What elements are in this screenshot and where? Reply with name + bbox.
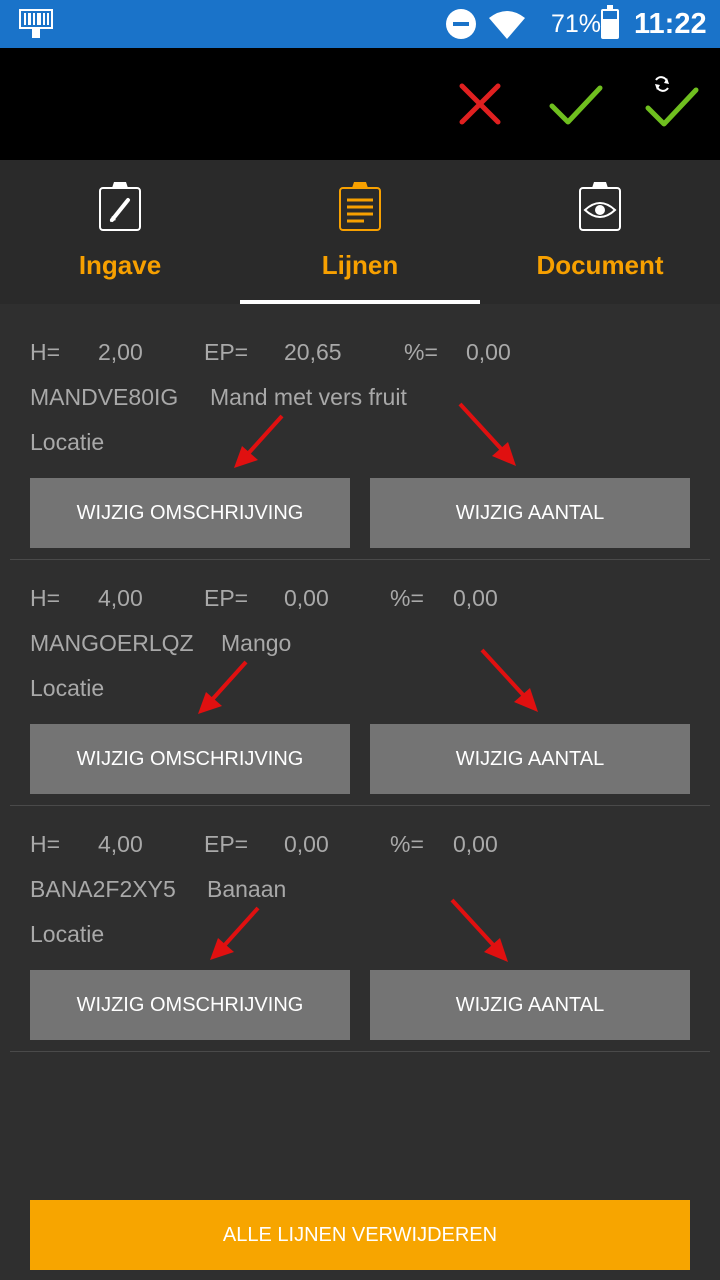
annotation-arrow-icon: [198, 660, 248, 714]
ep-value: 0,00: [284, 585, 329, 611]
clipboard-eye-icon: [579, 182, 621, 231]
edit-description-button[interactable]: WIJZIG OMSCHRIJVING: [30, 970, 350, 1040]
confirm-sync-icon[interactable]: [642, 74, 702, 134]
tab-label: Lijnen: [321, 250, 399, 280]
status-bar: 71% 11:22: [0, 0, 720, 48]
do-not-disturb-icon: [446, 9, 476, 39]
edit-quantity-button[interactable]: WIJZIG AANTAL: [370, 478, 690, 548]
pct-value: 0,00: [466, 339, 511, 365]
active-tab-indicator: [240, 300, 480, 304]
tab-lijnen[interactable]: Lijnen: [240, 160, 480, 304]
h-label: H=: [30, 831, 61, 857]
annotation-arrow-icon: [480, 648, 538, 712]
ep-label: EP=: [204, 831, 249, 857]
pct-label: %=: [390, 831, 424, 857]
edit-quantity-button[interactable]: WIJZIG AANTAL: [370, 970, 690, 1040]
article-code: BANA2F2XY5: [30, 876, 176, 902]
toolbar: [0, 48, 720, 160]
tab-document[interactable]: Document: [480, 160, 720, 304]
h-value: 4,00: [98, 831, 143, 857]
location-label: Locatie: [30, 429, 105, 455]
location-label: Locatie: [30, 921, 105, 947]
h-label: H=: [30, 585, 61, 611]
article-code: MANDVE80IG: [30, 384, 179, 410]
h-value: 4,00: [98, 585, 143, 611]
annotation-arrow-icon: [234, 414, 284, 468]
tab-label: Document: [536, 250, 664, 280]
annotation-arrow-icon: [450, 898, 508, 962]
annotation-arrow-icon: [458, 402, 516, 466]
clock: 11:22: [634, 8, 707, 40]
tab-bar: Ingave Lijnen Document: [0, 160, 720, 304]
cancel-icon[interactable]: [450, 74, 510, 134]
delete-all-lines-button[interactable]: ALLE LIJNEN VERWIJDEREN: [30, 1200, 690, 1270]
line-item: H= 4,00 EP= 0,00 %= 0,00 MANGOERLQZ Mang…: [10, 560, 710, 806]
location-label: Locatie: [30, 675, 105, 701]
tab-ingave[interactable]: Ingave: [0, 160, 240, 304]
line-item: H= 2,00 EP= 20,65 %= 0,00 MANDVE80IG Man…: [10, 314, 710, 560]
clipboard-edit-icon: [99, 182, 141, 231]
battery-percent: 71%: [551, 10, 602, 38]
edit-description-button[interactable]: WIJZIG OMSCHRIJVING: [30, 724, 350, 794]
pct-value: 0,00: [453, 585, 498, 611]
confirm-icon[interactable]: [546, 74, 606, 134]
h-label: H=: [30, 339, 61, 365]
ep-label: EP=: [204, 585, 249, 611]
h-value: 2,00: [98, 339, 143, 365]
barcode-scanner-icon: [19, 9, 53, 38]
battery-icon: [601, 5, 619, 39]
ep-value: 20,65: [284, 339, 342, 365]
edit-quantity-button[interactable]: WIJZIG AANTAL: [370, 724, 690, 794]
wifi-icon: [489, 11, 525, 39]
article-code: MANGOERLQZ: [30, 630, 194, 656]
article-description: Mango: [221, 630, 292, 656]
line-item: H= 4,00 EP= 0,00 %= 0,00 BANA2F2XY5 Bana…: [10, 806, 710, 1052]
article-description: Mand met vers fruit: [210, 384, 407, 410]
clipboard-list-icon: [339, 182, 381, 231]
tab-label: Ingave: [78, 250, 162, 280]
pct-label: %=: [390, 585, 424, 611]
annotation-arrow-icon: [210, 906, 260, 960]
ep-label: EP=: [204, 339, 249, 365]
edit-description-button[interactable]: WIJZIG OMSCHRIJVING: [30, 478, 350, 548]
pct-label: %=: [404, 339, 438, 365]
article-description: Banaan: [207, 876, 287, 902]
ep-value: 0,00: [284, 831, 329, 857]
pct-value: 0,00: [453, 831, 498, 857]
